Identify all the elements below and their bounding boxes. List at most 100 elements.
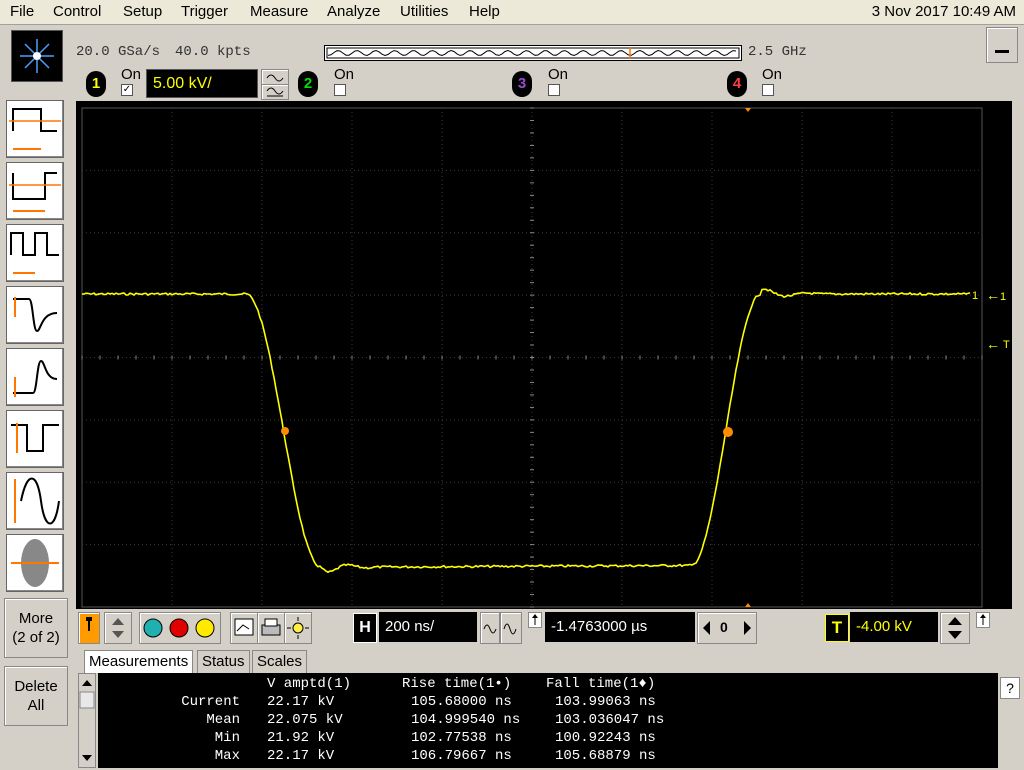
record-overview[interactable] (324, 45, 742, 61)
horizontal-position[interactable]: -1.4763000 µs (545, 612, 695, 642)
amplitude-measure-button[interactable] (6, 410, 64, 468)
channel-1-coupling-down[interactable] (261, 84, 289, 100)
trigger-level-arrow[interactable]: ← (986, 336, 1000, 352)
trigger-label: T (825, 614, 849, 642)
sample-rate: 20.0 GSa/s (76, 44, 161, 60)
delete-sublabel: All (27, 697, 45, 714)
neg-width-measure-button[interactable] (6, 162, 64, 220)
display-brightness-button[interactable] (284, 612, 312, 644)
trigger-position-bottom-marker (745, 603, 751, 607)
menu-measure[interactable]: Measure (250, 3, 308, 20)
horizontal-ref-marker (528, 612, 542, 628)
row-label-mean: Mean (206, 712, 240, 728)
channel-1-ground-arrow[interactable]: ← (986, 287, 1000, 303)
rise-time-measure-button[interactable] (6, 348, 64, 406)
horizontal-ref-stepper[interactable]: 0 (697, 612, 757, 644)
autoscale-button[interactable] (230, 612, 258, 644)
mean-rise-time: 104.999540 ns (411, 712, 521, 728)
horizontal-label: H (353, 613, 377, 643)
header-rise-time: Rise time(1•) (402, 676, 512, 692)
waveform-canvas[interactable]: 1 ← 1 ← T (76, 101, 1012, 609)
delete-all-button[interactable]: Delete All (4, 666, 68, 726)
menu-bar: File Control Setup Trigger Measure Analy… (0, 0, 1024, 25)
channel-4-badge[interactable]: 4 (727, 71, 747, 97)
channel-4-on-label: On (762, 66, 783, 83)
more-label: More (18, 610, 54, 627)
menu-control[interactable]: Control (53, 3, 101, 20)
measurements-table: V amptd(1) Rise time(1•) Fall time(1♦) C… (98, 673, 998, 768)
tab-status[interactable]: Status (197, 650, 250, 673)
channel-3-checkbox[interactable] (548, 84, 560, 96)
marker-stepper[interactable] (104, 612, 132, 644)
channel-2-on-label: On (334, 66, 355, 83)
channel-1-coupling-up[interactable] (261, 69, 289, 85)
mean-fall-time: 103.036047 ns (555, 712, 665, 728)
channel-1-level-label: 1 (972, 290, 978, 302)
memory-depth: 40.0 kpts (175, 44, 251, 60)
help-button[interactable]: ? (1000, 677, 1020, 699)
min-rise-time: 102.77538 ns (411, 730, 512, 746)
trigger-level-stepper[interactable] (940, 612, 970, 644)
trigger-ref-marker (976, 612, 990, 628)
delete-label: Delete (14, 678, 58, 695)
bandwidth: 2.5 GHz (748, 44, 807, 60)
menu-setup[interactable]: Setup (123, 3, 162, 20)
measurements-scrollbar[interactable] (78, 673, 96, 768)
more-sublabel: (2 of 2) (12, 629, 60, 646)
current-fall-time: 103.99063 ns (555, 694, 656, 710)
vpp-measure-button[interactable] (6, 472, 64, 530)
channel-1-badge[interactable]: 1 (86, 71, 106, 97)
trigger-level-label: T (1003, 339, 1010, 351)
current-rise-time: 105.68000 ns (411, 694, 512, 710)
marker-toggle-button[interactable] (78, 612, 100, 644)
agilent-logo (11, 30, 63, 82)
timebase-wave-right[interactable] (500, 612, 522, 644)
more-button[interactable]: More (2 of 2) (4, 598, 68, 658)
max-v-amptd: 22.17 kV (267, 748, 335, 764)
waveform-display[interactable]: 1 ← 1 ← T (76, 101, 1012, 609)
channel-1-ground-label: 1 (1000, 291, 1006, 303)
menu-utilities[interactable]: Utilities (400, 3, 448, 20)
channel-3-badge[interactable]: 3 (512, 71, 532, 97)
frequency-measure-button[interactable] (6, 224, 64, 282)
fall-time-measure-button[interactable] (6, 286, 64, 344)
current-v-amptd: 22.17 kV (267, 694, 335, 710)
channel-2-badge[interactable]: 2 (298, 71, 318, 97)
channel-1-scale[interactable]: 5.00 kV/ (146, 69, 258, 98)
row-label-current: Current (181, 694, 240, 710)
min-v-amptd: 21.92 kV (267, 730, 335, 746)
period-measure-button[interactable] (6, 100, 64, 158)
channel-1-on-label: On (121, 66, 142, 83)
color-grade-button[interactable] (139, 612, 221, 644)
acquisition-info: 20.0 GSa/s 40.0 kpts 2.5 GHz (76, 41, 1014, 63)
menu-analyze[interactable]: Analyze (327, 3, 380, 20)
print-button[interactable] (257, 612, 285, 644)
row-label-min: Min (214, 730, 240, 746)
min-fall-time: 100.92243 ns (555, 730, 656, 746)
tab-measurements[interactable]: Measurements (84, 650, 194, 673)
header-fall-time: Fall time(1♦) (546, 676, 656, 692)
menu-help[interactable]: Help (469, 3, 500, 20)
menu-file[interactable]: File (10, 3, 34, 20)
rise-time-marker (723, 427, 733, 437)
channel-2-checkbox[interactable] (334, 84, 346, 96)
timebase-wave-left[interactable] (480, 612, 500, 644)
trigger-position-top-marker (745, 108, 751, 112)
fall-time-marker (281, 427, 289, 435)
row-label-max: Max (214, 748, 240, 764)
menu-trigger[interactable]: Trigger (181, 3, 228, 20)
channel-1-checkbox[interactable]: ✓ (121, 84, 133, 96)
horizontal-ref-value: 0 (720, 619, 728, 635)
max-rise-time: 106.79667 ns (411, 748, 512, 764)
trigger-level[interactable]: -4.00 kV (850, 612, 938, 642)
measurement-toolbar: More (2 of 2) Delete All (0, 25, 74, 768)
max-fall-time: 105.68879 ns (555, 748, 656, 764)
horizontal-scale[interactable]: 200 ns/ (379, 612, 477, 642)
channel-4-checkbox[interactable] (762, 84, 774, 96)
tab-scales[interactable]: Scales (252, 650, 308, 673)
header-v-amptd: V amptd(1) (267, 676, 352, 692)
clock: 3 Nov 2017 10:49 AM (871, 3, 1016, 20)
minimize-button[interactable] (986, 27, 1018, 63)
channel-1-trace (81, 288, 971, 574)
vrms-measure-button[interactable] (6, 534, 64, 592)
